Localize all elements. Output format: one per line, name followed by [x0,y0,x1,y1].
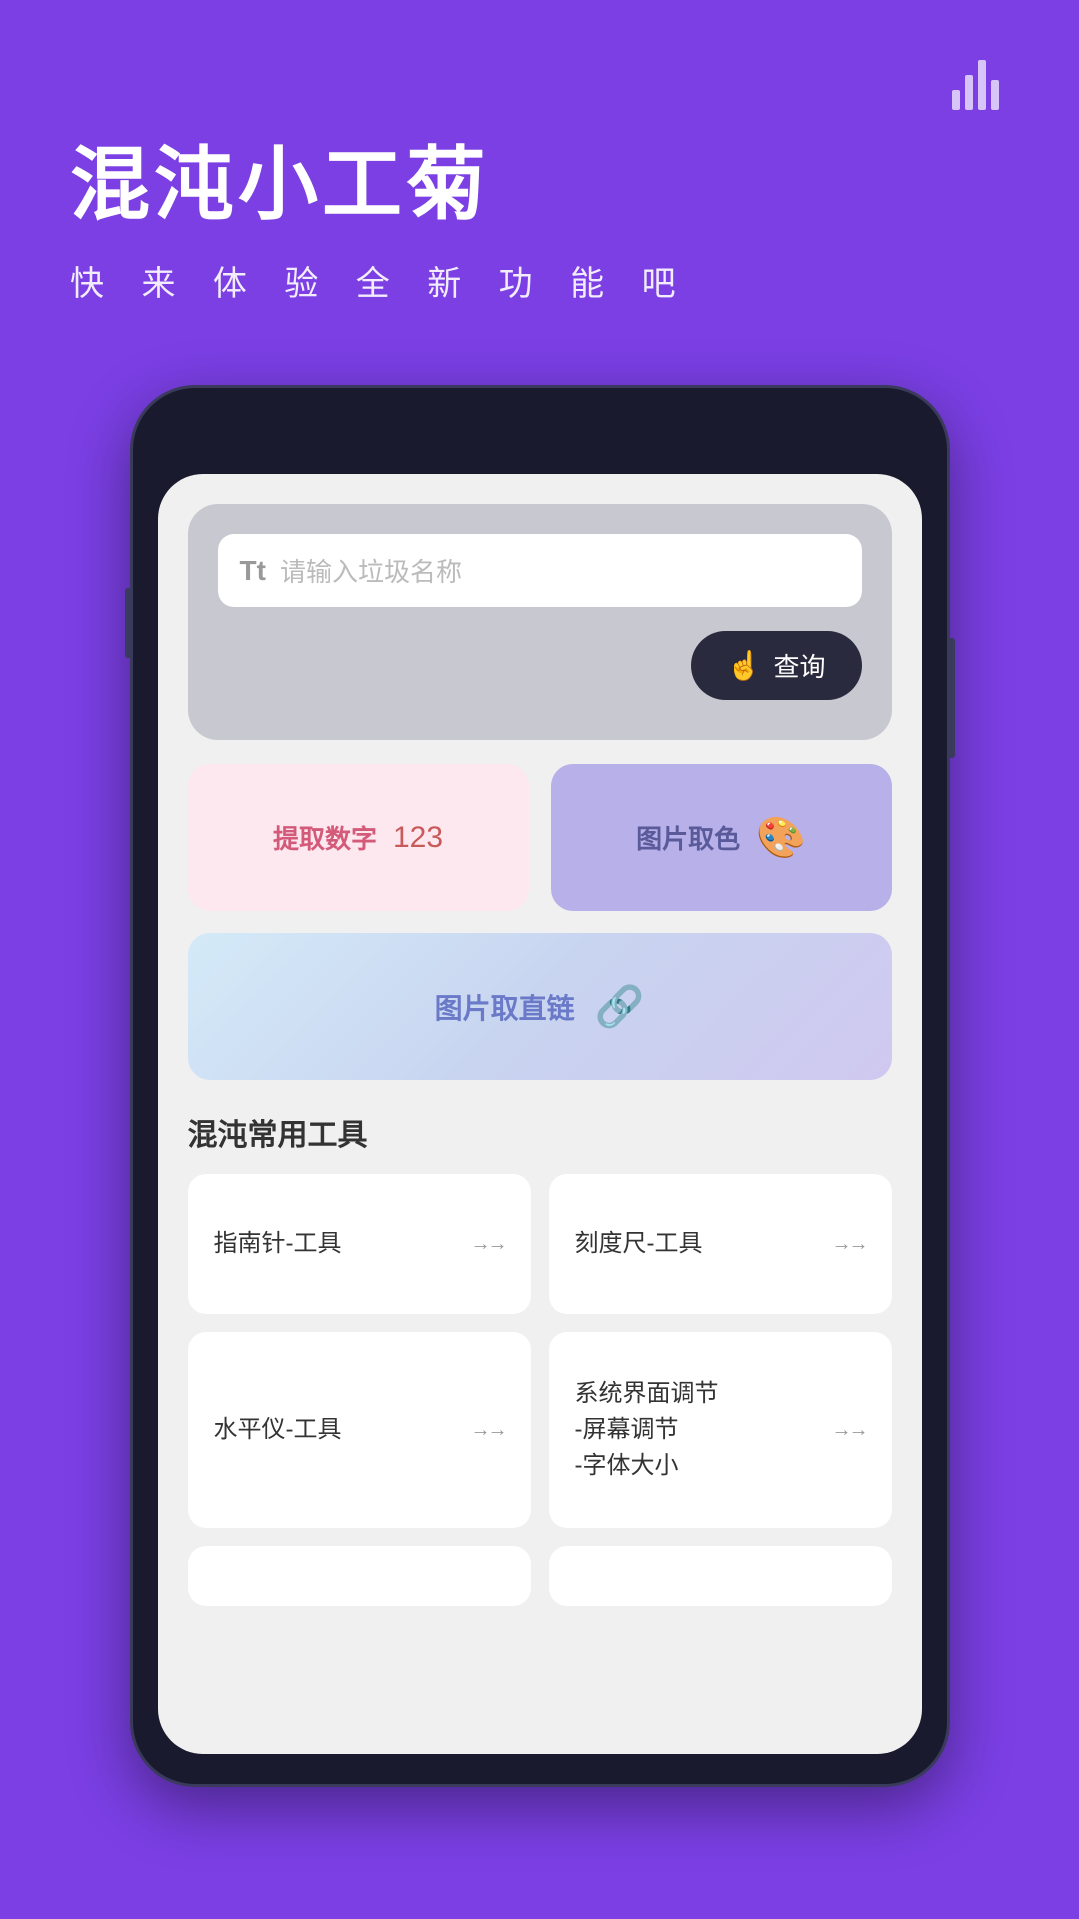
level-arrow: →→ [471,1419,505,1442]
link-icon: 🔗 [595,983,645,1030]
bottom-card-right [549,1546,892,1606]
image-color-card[interactable]: 图片取色 🎨 [551,764,892,911]
compass-tool[interactable]: 指南针-工具 →→ [188,1174,531,1314]
bar2 [965,75,973,110]
search-button-label: 查询 [773,647,825,684]
ruler-label: 刻度尺-工具 [575,1226,703,1262]
search-input-row[interactable]: Tt 请输入垃圾名称 [218,534,862,607]
phone-screen: Tt 请输入垃圾名称 ☝ 查询 提取数字 123 [158,474,922,1754]
search-button-row: ☝ 查询 [218,631,862,700]
touch-icon: ☝ [727,649,762,682]
tools-grid: 指南针-工具 →→ 刻度尺-工具 →→ 水平仪-工具 →→ 系统界面调节 -屏幕… [188,1174,892,1528]
ruler-tool[interactable]: 刻度尺-工具 →→ [549,1174,892,1314]
system-ui-tool[interactable]: 系统界面调节 -屏幕调节 -字体大小 →→ [549,1332,892,1528]
search-placeholder-text: 请输入垃圾名称 [280,552,462,589]
bottom-partial-row [188,1546,892,1606]
bar4 [991,80,999,110]
image-color-label: 图片取色 [636,819,740,856]
tt-icon: Tt [240,555,266,587]
ruler-arrow: →→ [832,1233,866,1256]
bottom-card-left [188,1546,531,1606]
extract-number-card[interactable]: 提取数字 123 [188,764,529,911]
app-title: 混沌小工菊 [70,120,1009,236]
palette-icon: 🎨 [756,814,806,861]
tools-row: 提取数字 123 图片取色 🎨 [188,764,892,911]
section-title: 混沌常用工具 [188,1110,892,1154]
compass-label: 指南针-工具 [214,1226,342,1262]
phone-notch [430,418,650,454]
extract-number-label: 提取数字 [273,819,377,856]
bar1 [952,90,960,110]
image-link-label: 图片取直链 [435,987,575,1027]
search-card: Tt 请输入垃圾名称 ☝ 查询 [188,504,892,740]
system-ui-label: 系统界面调节 -屏幕调节 -字体大小 [575,1376,719,1484]
phone-mockup: Tt 请输入垃圾名称 ☝ 查询 提取数字 123 [130,385,950,1787]
number-icon: 123 [393,821,443,855]
app-subtitle: 快 来 体 验 全 新 功 能 吧 [70,256,1009,305]
compass-arrow: →→ [471,1233,505,1256]
system-ui-arrow: →→ [832,1419,866,1442]
bar3 [978,60,986,110]
level-tool[interactable]: 水平仪-工具 →→ [188,1332,531,1528]
sound-bars-icon [952,60,999,110]
phone-container: Tt 请输入垃圾名称 ☝ 查询 提取数字 123 [0,385,1079,1787]
header-area: 混沌小工菊 快 来 体 验 全 新 功 能 吧 [0,0,1079,365]
level-label: 水平仪-工具 [214,1412,342,1448]
search-button[interactable]: ☝ 查询 [691,631,862,700]
image-link-card[interactable]: 图片取直链 🔗 [188,933,892,1080]
